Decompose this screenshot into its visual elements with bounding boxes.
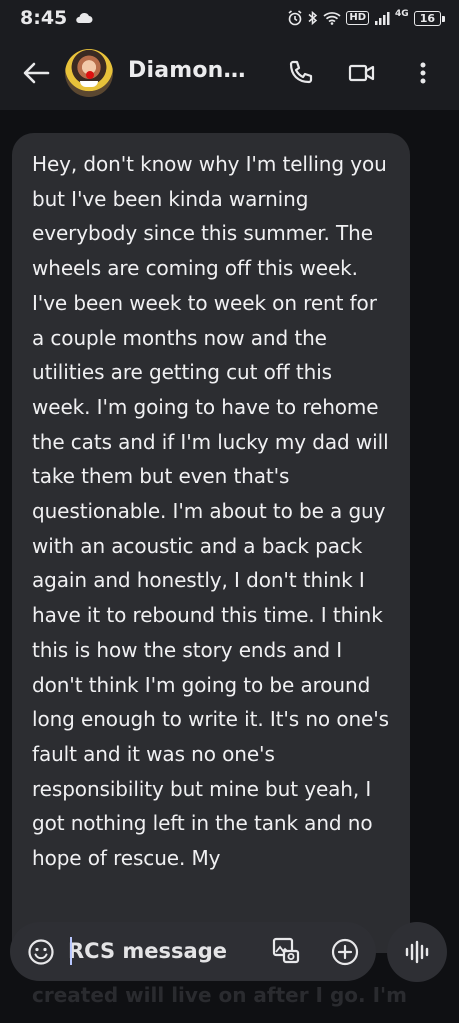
- composer-bar: [10, 922, 376, 981]
- alarm-icon: [288, 10, 302, 26]
- avatar[interactable]: [65, 49, 113, 97]
- video-call-icon[interactable]: [347, 58, 377, 88]
- battery-icon: 16: [413, 10, 446, 26]
- message-text: Hey, don't know why I'm telling you but …: [32, 152, 389, 871]
- avatar-mouth: [80, 81, 98, 87]
- wifi-icon: [323, 12, 341, 25]
- avatar-nose: [86, 71, 94, 79]
- text-caret: [70, 937, 72, 965]
- conversation-header: Diamon…: [0, 36, 459, 110]
- add-attachment-icon[interactable]: [330, 937, 360, 967]
- network-type: 4G: [395, 9, 409, 19]
- bluetooth-icon: [308, 10, 318, 26]
- more-vert-icon[interactable]: [408, 58, 438, 88]
- battery-level: 16: [419, 11, 435, 25]
- message-bubble[interactable]: Hey, don't know why I'm telling you but …: [12, 133, 410, 953]
- gallery-icon[interactable]: [271, 936, 301, 966]
- back-arrow-icon[interactable]: [22, 61, 50, 85]
- message-overflow-text: created will live on after I go. I'm: [32, 983, 407, 1007]
- hd-badge: HD: [346, 11, 370, 25]
- status-time: 8:45: [20, 7, 68, 29]
- emoji-icon[interactable]: [27, 938, 55, 966]
- signal-icon: [375, 12, 390, 25]
- message-input[interactable]: [68, 936, 248, 966]
- contact-name[interactable]: Diamon…: [128, 58, 246, 83]
- status-bar: 8:45 HD 4G 16: [0, 0, 459, 36]
- voice-message-button[interactable]: [387, 922, 447, 982]
- audio-waveform-icon: [405, 940, 429, 964]
- phone-icon[interactable]: [285, 58, 315, 88]
- cloud-icon: [76, 12, 93, 23]
